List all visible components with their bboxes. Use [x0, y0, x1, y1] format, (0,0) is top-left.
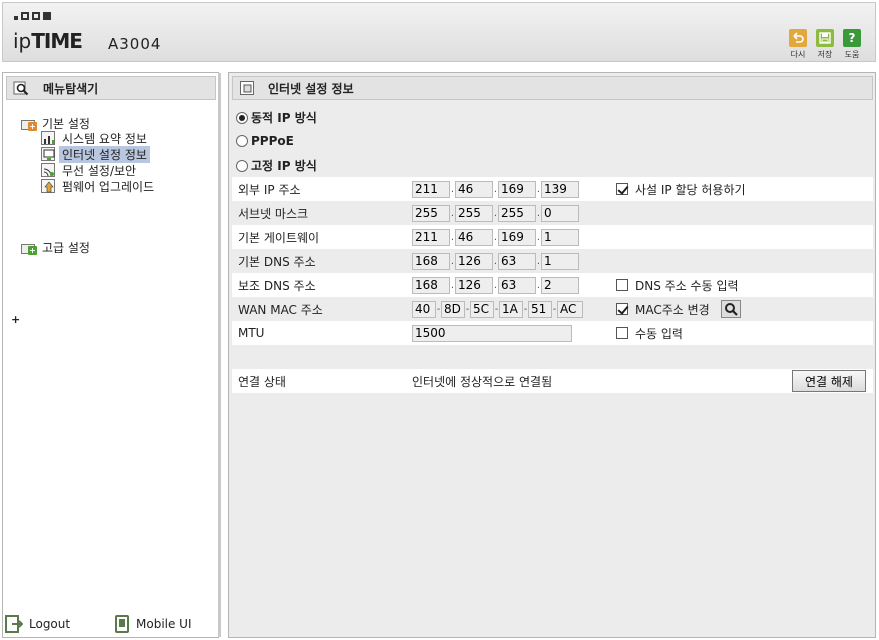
menu-explorer-header: 메뉴탐색기: [6, 76, 216, 100]
row-secondary-dns: 보조 DNS 주소 . . . DNS 주소 수동 입력: [232, 273, 873, 297]
secondary-dns-field: . . .: [412, 276, 579, 294]
row-connection-status: 연결 상태 인터넷에 정상적으로 연결됨 연결 해제: [232, 369, 873, 393]
menu-wireless-settings[interactable]: 무선 설정/보안: [41, 162, 139, 178]
search-icon: [13, 81, 29, 96]
ip-octet-4[interactable]: [541, 180, 579, 198]
mac-byte-3[interactable]: [470, 300, 494, 318]
menu-system-summary[interactable]: 시스템 요약 정보: [41, 130, 150, 146]
row-spacer: [232, 345, 873, 369]
ip-octet-2[interactable]: [455, 228, 493, 246]
mac-search-button[interactable]: [720, 300, 741, 318]
internet-settings-header: 인터넷 설정 정보: [232, 76, 873, 100]
brand-ip: ip: [13, 29, 32, 53]
save-button[interactable]: 저장: [814, 29, 836, 60]
ip-octet-2[interactable]: [455, 252, 493, 270]
brand-logo: ipTIME: [13, 29, 83, 53]
window-icon: [240, 81, 254, 95]
gateway-field: . . .: [412, 228, 579, 246]
connection-status-value: 인터넷에 정상적으로 연결됨: [412, 374, 553, 389]
menu-firmware-upgrade[interactable]: 펌웨어 업그레이드: [41, 178, 157, 194]
disconnect-button[interactable]: 연결 해제: [792, 370, 866, 392]
wireless-icon: [41, 163, 55, 177]
radio-dynamic-ip[interactable]: 동적 IP 방식: [236, 109, 317, 126]
panel-title: 인터넷 설정 정보: [268, 81, 354, 96]
header: ipTIME A3004 다시 저장 ? 도움: [2, 2, 876, 62]
mac-byte-6[interactable]: [557, 300, 583, 318]
private-ip-checkbox[interactable]: 사설 IP 할당 허용하기: [616, 181, 746, 198]
wan-mac-field: - - - - -: [412, 300, 583, 318]
ip-octet-4[interactable]: [541, 276, 579, 294]
mac-change-checkbox[interactable]: MAC주소 변경: [616, 300, 741, 318]
ip-octet-3[interactable]: [498, 252, 536, 270]
ip-octet-1[interactable]: [412, 252, 450, 270]
subnet-mask-field: . . .: [412, 204, 579, 222]
mtu-manual-checkbox[interactable]: 수동 입력: [616, 325, 683, 342]
menu-internet-settings[interactable]: 인터넷 설정 정보: [41, 145, 150, 163]
ip-octet-4[interactable]: [541, 228, 579, 246]
ip-octet-3[interactable]: [498, 204, 536, 222]
mac-byte-2[interactable]: [441, 300, 465, 318]
tree-advanced-settings[interactable]: + 고급 설정: [21, 239, 90, 256]
row-wan-mac: WAN MAC 주소 - - - - - MAC주소 변경: [232, 297, 873, 321]
logout-icon: [5, 615, 23, 633]
menu-explorer-title: 메뉴탐색기: [43, 81, 99, 96]
logout-button[interactable]: Logout: [5, 615, 70, 633]
mtu-input[interactable]: [412, 324, 572, 342]
ip-octet-1[interactable]: [412, 180, 450, 198]
ip-octet-1[interactable]: [412, 276, 450, 294]
internet-settings-panel: 인터넷 설정 정보 동적 IP 방식 PPPoE 고정 IP 방식 외부 IP …: [228, 72, 876, 638]
mac-byte-5[interactable]: [528, 300, 552, 318]
ip-octet-4[interactable]: [541, 252, 579, 270]
radio-static-ip[interactable]: 고정 IP 방식: [236, 157, 317, 174]
external-ip-field: . . .: [412, 180, 579, 198]
upgrade-icon: [41, 179, 55, 193]
ip-octet-2[interactable]: [455, 180, 493, 198]
folder-icon: +: [21, 118, 39, 131]
logo-dots: [14, 12, 51, 20]
mtu-field: [412, 324, 572, 342]
help-button[interactable]: ? 도움: [841, 29, 863, 60]
ip-octet-2[interactable]: [455, 276, 493, 294]
mobile-icon: [115, 615, 129, 633]
ip-octet-3[interactable]: [498, 180, 536, 198]
mobile-ui-button[interactable]: Mobile UI: [114, 615, 192, 633]
help-icon: ?: [843, 29, 861, 47]
ip-octet-2[interactable]: [455, 204, 493, 222]
search-icon: [724, 303, 738, 316]
row-subnet-mask: 서브넷 마스크 . . .: [232, 201, 873, 225]
undo-button[interactable]: 다시: [787, 29, 809, 60]
row-gateway: 기본 게이트웨이 . . .: [232, 225, 873, 249]
undo-icon: [789, 29, 807, 47]
ip-octet-4[interactable]: [541, 204, 579, 222]
row-primary-dns: 기본 DNS 주소 . . .: [232, 249, 873, 273]
menu-explorer-panel: 메뉴탐색기 + 기본 설정 시스템 요약 정보 인터넷 설정 정보 무선 설정/…: [2, 72, 221, 638]
folder-icon: +: [21, 242, 39, 255]
primary-dns-field: . . .: [412, 252, 579, 270]
model-name: A3004: [108, 35, 162, 53]
brand-time: TIME: [31, 29, 83, 53]
dns-manual-checkbox[interactable]: DNS 주소 수동 입력: [616, 277, 739, 294]
monitor-icon: [41, 147, 55, 161]
expand-icon[interactable]: +: [11, 313, 20, 326]
radio-pppoe[interactable]: PPPoE: [236, 134, 294, 148]
ip-octet-3[interactable]: [498, 276, 536, 294]
mac-byte-1[interactable]: [412, 300, 436, 318]
ip-octet-1[interactable]: [412, 228, 450, 246]
row-mtu: MTU 수동 입력: [232, 321, 873, 345]
chart-icon: [41, 131, 55, 145]
ip-octet-1[interactable]: [412, 204, 450, 222]
save-icon: [816, 29, 834, 47]
row-external-ip: 외부 IP 주소 . . . 사설 IP 할당 허용하기: [232, 177, 873, 201]
ip-octet-3[interactable]: [498, 228, 536, 246]
mac-byte-4[interactable]: [499, 300, 523, 318]
